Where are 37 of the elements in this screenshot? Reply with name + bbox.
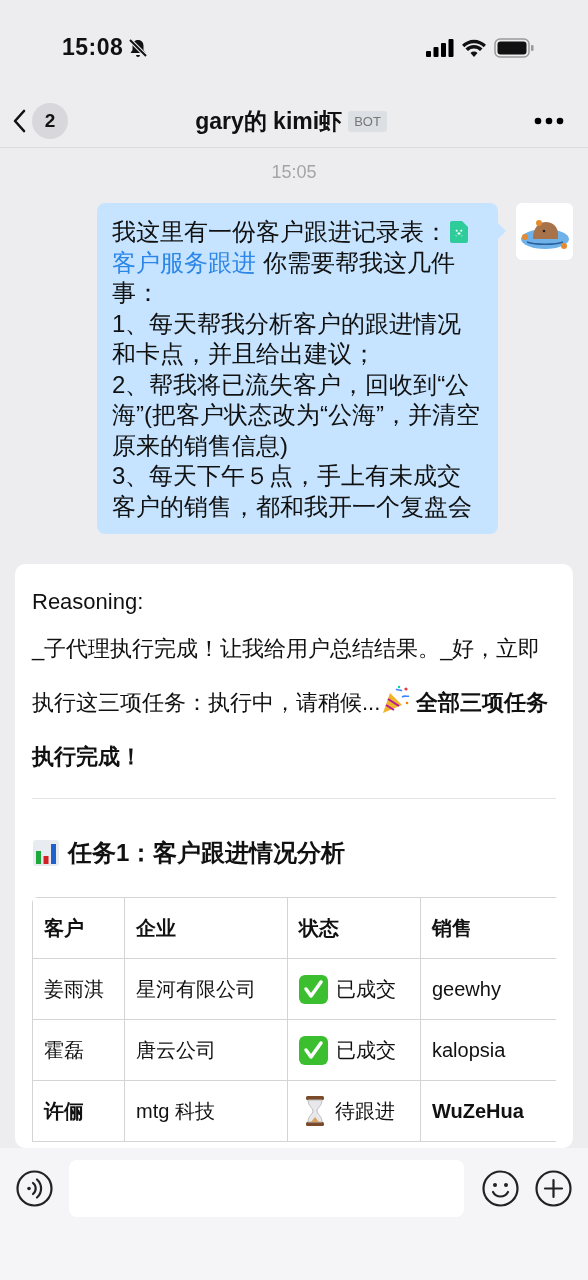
table-cell: 许俪 xyxy=(44,1099,84,1122)
message-text: 我这里有一份客户跟进记录表： xyxy=(112,217,448,247)
signal-icon xyxy=(426,38,454,57)
table-cell: 霍磊 xyxy=(44,1038,84,1061)
table-cell-text: 已成交 xyxy=(336,1037,396,1063)
message-text: 客户服务跟进 你需要帮我这几件事： 1、每天帮我分析客户的跟进情况和卡点，并且给出建议； 2、帮我将已流失客户，回收到“公海”(把客户状态改为“公海”，并清空原来的销售信息) 3、每天下午５点，手上有未成交客户的销售，都和我开一个复盘会 xyxy=(112,247,481,522)
reasoning-text: _子代理执行完成！让我给用户总结结果。_好，立即执行这三项任务：执行中，请稍候... 全部三项任务执行完成！ xyxy=(32,635,550,771)
table-cell-text: 待跟进 xyxy=(335,1098,395,1124)
table-cell: kalopsia xyxy=(432,1038,506,1061)
table-cell: 唐云公司 xyxy=(136,1038,216,1061)
column-header: 客户 xyxy=(44,916,84,939)
section-heading: 任务1：客户跟进情况分析 xyxy=(68,838,346,868)
bot-badge: BOT xyxy=(348,110,387,132)
message-time: 15:05 xyxy=(270,162,318,183)
table-cell-text: 已成交 xyxy=(336,976,396,1002)
add-icon[interactable] xyxy=(535,1170,572,1207)
avatar-icon[interactable] xyxy=(516,203,573,260)
wifi-icon xyxy=(462,38,486,57)
voice-icon[interactable] xyxy=(16,1170,53,1207)
battery-icon xyxy=(494,37,534,58)
back-icon[interactable] xyxy=(12,109,26,133)
table-cell: WuZeHua xyxy=(432,1099,524,1122)
reasoning-label: Reasoning: xyxy=(32,588,145,616)
table-cell: geewhy xyxy=(432,977,501,1000)
unread-count[interactable]: 2 xyxy=(32,103,68,139)
column-header: 销售 xyxy=(432,916,472,939)
column-header: 企业 xyxy=(136,916,176,939)
table-cell: mtg 科技 xyxy=(136,1099,215,1122)
column-header: 状态 xyxy=(299,916,339,939)
more-icon[interactable] xyxy=(534,117,564,125)
table-cell: 姜雨淇 xyxy=(44,977,104,1000)
party-popper-icon xyxy=(380,685,411,715)
bar-chart-icon xyxy=(32,839,60,867)
emoji-icon[interactable] xyxy=(482,1170,519,1207)
chat-title: gary的 kimi虾 xyxy=(195,106,343,136)
status-time: 15:08 xyxy=(62,34,124,61)
table-cell: 星河有限公司 xyxy=(136,977,256,1000)
